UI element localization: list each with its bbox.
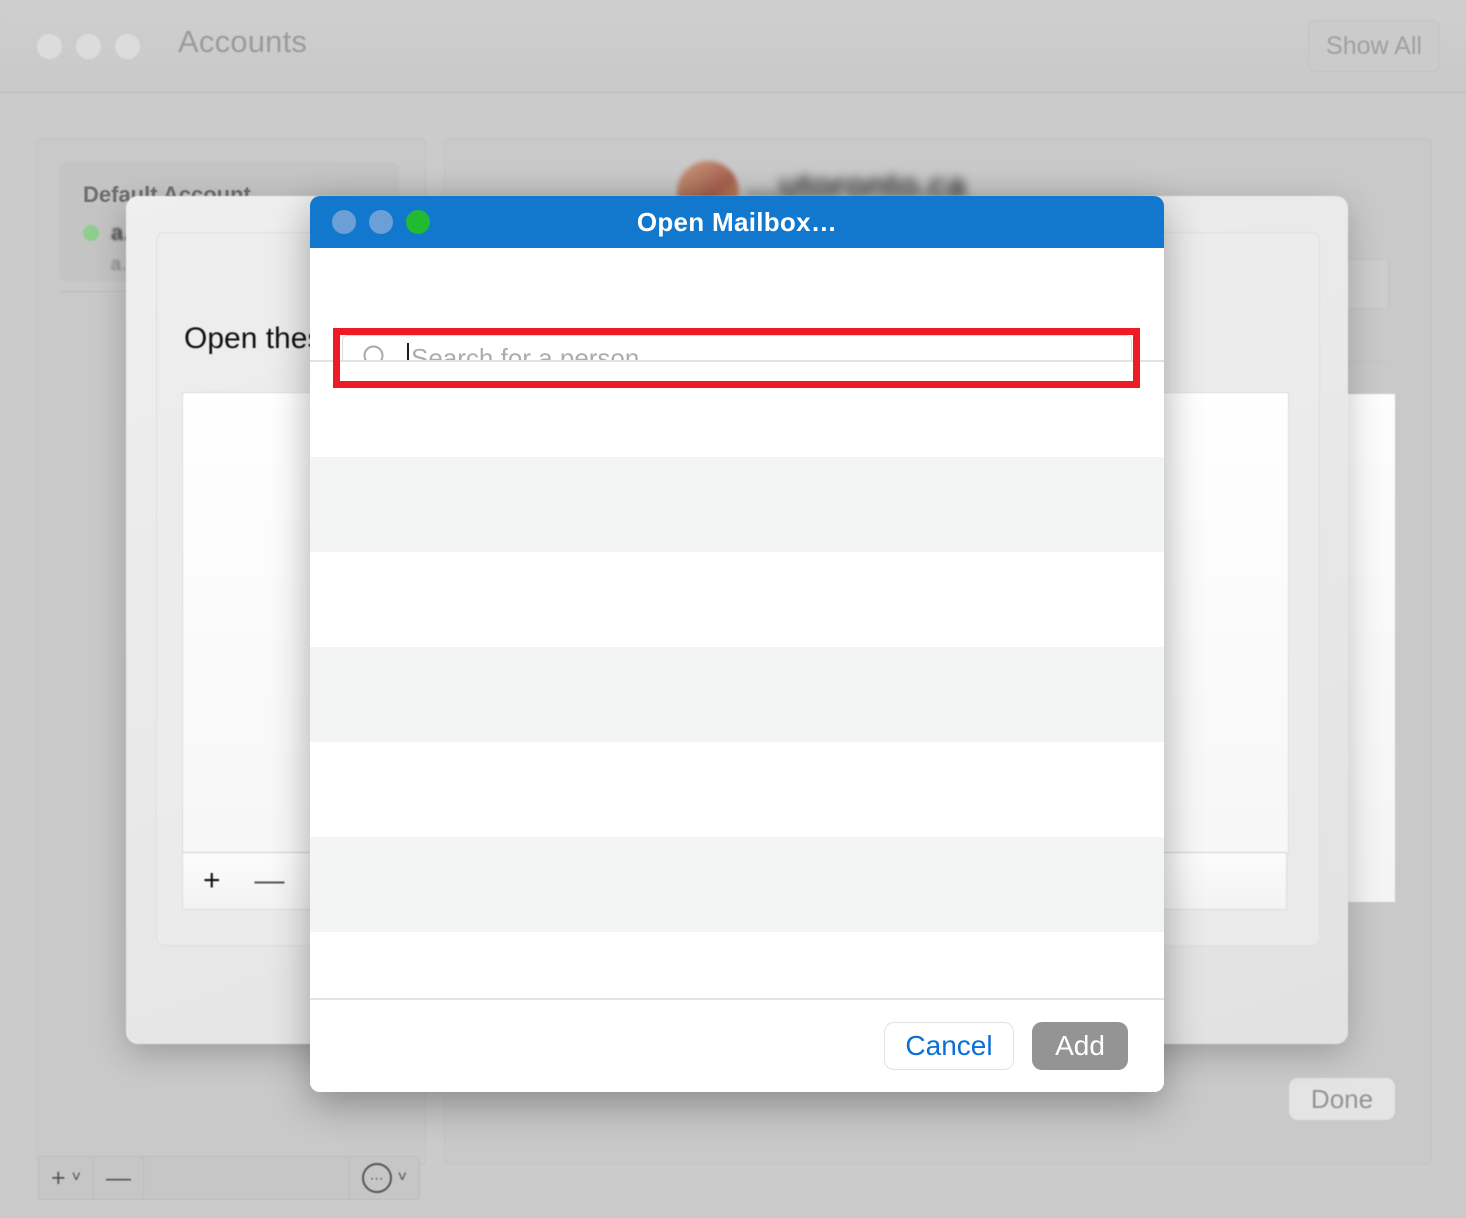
status-badge — [83, 225, 99, 241]
show-all-button[interactable]: Show All — [1308, 20, 1440, 72]
zoom-button[interactable] — [114, 33, 141, 60]
cancel-button[interactable]: Cancel — [884, 1022, 1014, 1070]
ellipsis-icon: ⋯ — [361, 1163, 392, 1193]
close-button[interactable] — [36, 33, 63, 60]
remove-mailbox-button[interactable]: — — [255, 864, 285, 898]
list-item[interactable] — [310, 837, 1164, 932]
add-mailbox-button[interactable]: + — [203, 864, 221, 898]
minimize-button[interactable] — [75, 33, 102, 60]
open-mailbox-dialog: Open Mailbox… Search for a person... Can… — [310, 196, 1164, 1092]
accounts-toolbar: + ˅ — ⋯ ˅ — [38, 1156, 420, 1200]
list-item[interactable] — [310, 552, 1164, 647]
zoom-button[interactable] — [406, 210, 430, 234]
remove-account-button[interactable]: — — [94, 1157, 144, 1199]
add-account-button[interactable]: + ˅ — [39, 1157, 94, 1199]
prefs-titlebar: Accounts Show All — [0, 0, 1466, 93]
prefs-traffic-lights — [36, 33, 141, 60]
chevron-down-icon: ˅ — [397, 1169, 407, 1186]
list-item[interactable] — [310, 742, 1164, 837]
dialog-traffic-lights — [332, 210, 430, 234]
add-button[interactable]: Add — [1032, 1022, 1128, 1070]
person-results-list[interactable] — [310, 360, 1164, 1092]
chevron-down-icon: ˅ — [71, 1169, 81, 1186]
minimize-button[interactable] — [369, 210, 393, 234]
list-item[interactable] — [310, 362, 1164, 457]
done-button[interactable]: Done — [1289, 1078, 1395, 1120]
page-title: Accounts — [178, 24, 308, 59]
dialog-footer: Cancel Add — [310, 998, 1164, 1092]
account-actions-button[interactable]: ⋯ ˅ — [348, 1157, 419, 1199]
dialog-titlebar: Open Mailbox… — [310, 196, 1164, 248]
search-area: Search for a person... — [310, 248, 1164, 388]
minus-icon: — — [105, 1163, 131, 1192]
dialog-title: Open Mailbox… — [636, 206, 838, 237]
close-button[interactable] — [332, 210, 356, 234]
plus-icon: + — [51, 1163, 66, 1192]
list-item[interactable] — [310, 647, 1164, 742]
list-item[interactable] — [310, 457, 1164, 552]
